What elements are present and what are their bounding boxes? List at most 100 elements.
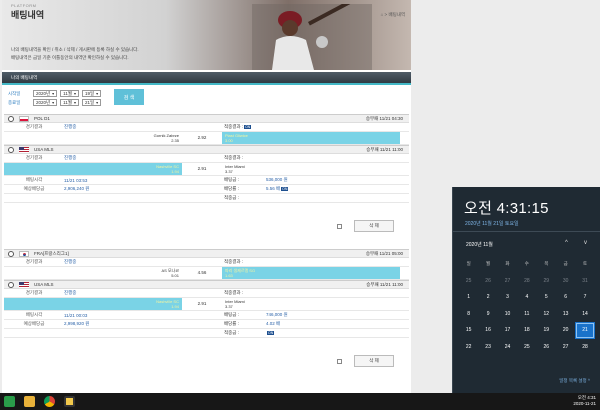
win-amount-label: 적중금 : bbox=[224, 195, 239, 200]
search-button[interactable]: 검 색 bbox=[114, 89, 144, 105]
delete-button[interactable]: 삭 제 bbox=[354, 220, 394, 232]
bet-time-row: 배팅시각 11/21 03:53 배팅금 : 536,000 원 bbox=[4, 176, 409, 185]
calendar-day[interactable]: 5 bbox=[537, 289, 556, 306]
delete-button[interactable]: 삭 제 bbox=[354, 355, 394, 367]
chrome-icon[interactable] bbox=[44, 396, 55, 407]
odds-row: AS 모나코 5.01 4.56 파리 생제르맹 SG 1.63 bbox=[4, 267, 409, 280]
bet-amount-value: 536,000 원 bbox=[266, 177, 288, 182]
start-day-select[interactable]: 19일 bbox=[82, 90, 102, 97]
calendar-day[interactable]: 11 bbox=[517, 306, 536, 323]
game-result-row: 경기결과 진행중 적중결과 : ON bbox=[4, 123, 409, 132]
end-day-select[interactable]: 21일 bbox=[82, 99, 102, 106]
home-odds: 2.35 bbox=[171, 138, 179, 143]
calendar-day[interactable]: 1 bbox=[459, 289, 478, 306]
bet-time-label: 배팅시각 bbox=[25, 312, 43, 317]
select-bet-checkbox[interactable] bbox=[337, 359, 342, 364]
calendar-day[interactable]: 24 bbox=[498, 339, 517, 356]
calendar-day[interactable]: 4 bbox=[517, 289, 536, 306]
app-icon[interactable] bbox=[4, 396, 15, 407]
calendar-day[interactable]: 8 bbox=[459, 306, 478, 323]
expected-payout-label: 예상배당금 bbox=[23, 321, 45, 326]
calendar-day[interactable]: 27 bbox=[556, 339, 575, 356]
calendar-day[interactable]: 7 bbox=[575, 289, 594, 306]
game-result-label: 경기결과 bbox=[25, 124, 43, 129]
calendar-day[interactable]: 2 bbox=[478, 289, 497, 306]
bet-time-row: 배팅시각 11/21 00:03 배팅금 : 746,000 원 bbox=[4, 311, 409, 320]
flyout-divider bbox=[453, 231, 600, 232]
expected-payout-value: 2,998,920 원 bbox=[64, 321, 90, 326]
bet-odds-label: 배당률 : bbox=[224, 186, 239, 191]
bet-time-value: 11/21 00:03 bbox=[64, 312, 88, 318]
expected-payout-value: 2,906,240 원 bbox=[64, 186, 90, 191]
calendar-day[interactable]: 30 bbox=[556, 273, 575, 290]
calendar-day[interactable]: 15 bbox=[459, 322, 478, 339]
game-status: 진행중 bbox=[64, 290, 77, 295]
start-year-select[interactable]: 2020년 bbox=[33, 90, 58, 97]
soccer-ball-icon bbox=[8, 281, 14, 288]
calendar-week-row: 15 16 17 18 19 20 21 bbox=[459, 322, 595, 339]
calendar-day[interactable]: 3 bbox=[498, 289, 517, 306]
league-name: USA MLS bbox=[34, 282, 54, 287]
calendar-day-today[interactable]: 21 bbox=[575, 322, 595, 339]
calendar-day[interactable]: 28 bbox=[517, 273, 536, 290]
calendar-day[interactable]: 22 bbox=[459, 339, 478, 356]
league-header: FRA[프랑스리그1] 승무패 11/21 05:00 bbox=[4, 249, 409, 258]
calendar-day[interactable]: 23 bbox=[478, 339, 497, 356]
odds-row: Nashville SC 1.94 2.91 Inter Miami 3.37 bbox=[4, 163, 409, 176]
bet-result-label: 적중결과 : bbox=[224, 155, 244, 160]
chevron-down-icon[interactable]: v bbox=[584, 240, 587, 246]
match-time: 승무패 11/21 11:00 bbox=[366, 146, 403, 152]
usa-flag-icon bbox=[19, 281, 29, 288]
calendar-day[interactable]: 31 bbox=[575, 273, 594, 290]
intro-line-1: 나의 배팅내역을 확인 / 취소 / 삭제 / 게시판에 등록 하실 수 있습니… bbox=[11, 47, 139, 52]
calendar-day[interactable]: 16 bbox=[478, 322, 497, 339]
home-odds: 5.01 bbox=[171, 273, 179, 278]
bet-time-value: 11/21 03:53 bbox=[64, 177, 88, 183]
agenda-settings-link[interactable]: 일정 목록 설정 ^ bbox=[559, 378, 590, 384]
taskbar-clock[interactable]: 오전 4:31 2020-11-21 bbox=[573, 395, 596, 407]
select-bet-checkbox[interactable] bbox=[337, 224, 342, 229]
calendar-day[interactable]: 25 bbox=[459, 273, 478, 290]
calendar-day[interactable]: 28 bbox=[575, 339, 594, 356]
end-month-select[interactable]: 11월 bbox=[60, 99, 79, 106]
league-name: USA MLS bbox=[34, 147, 54, 152]
weekday-label: 목 bbox=[544, 261, 549, 266]
calendar-day[interactable]: 17 bbox=[498, 322, 517, 339]
calendar-month-title[interactable]: 2020년 11월 bbox=[466, 241, 493, 248]
calendar-day[interactable]: 19 bbox=[537, 322, 556, 339]
folder-icon[interactable] bbox=[24, 396, 35, 407]
calendar-day[interactable]: 12 bbox=[537, 306, 556, 323]
app-icon[interactable] bbox=[64, 396, 75, 407]
game-result-row: 경기결과 진행중 적중결과 : bbox=[4, 258, 409, 267]
calendar-day[interactable]: 13 bbox=[556, 306, 575, 323]
taskbar: 오전 4:31 2020-11-21 bbox=[0, 393, 600, 410]
league-header: USA MLS 승무패 11/21 11:00 bbox=[4, 145, 409, 154]
weekday-label: 월 bbox=[486, 261, 491, 266]
calendar-day[interactable]: 6 bbox=[556, 289, 575, 306]
flyout-date-link[interactable]: 2020년 11월 21일 토요일 bbox=[465, 220, 519, 227]
bet-slip-2: FRA[프랑스리그1] 승무패 11/21 05:00 경기결과 진행중 적중결… bbox=[4, 249, 409, 338]
weekday-label: 수 bbox=[524, 261, 529, 266]
calendar-day[interactable]: 14 bbox=[575, 306, 594, 323]
end-year-select[interactable]: 2020년 bbox=[33, 99, 58, 106]
calendar-day[interactable]: 20 bbox=[556, 322, 575, 339]
chevron-up-icon[interactable]: ^ bbox=[565, 240, 568, 246]
breadcrumb[interactable]: ⌂ > 배팅내역 bbox=[381, 12, 405, 18]
start-month-select[interactable]: 11월 bbox=[60, 90, 79, 97]
calendar-day[interactable]: 29 bbox=[537, 273, 556, 290]
calendar-day[interactable]: 27 bbox=[498, 273, 517, 290]
calendar-day[interactable]: 25 bbox=[517, 339, 536, 356]
home-odds: 1.94 bbox=[171, 169, 179, 174]
calendar-day[interactable]: 10 bbox=[498, 306, 517, 323]
weekday-label: 토 bbox=[582, 261, 588, 266]
intro-line-2: 배팅내역은 금일 기준 이틀동안의 내역만 확인하실 수 있습니다. bbox=[11, 55, 129, 60]
calendar-day[interactable]: 26 bbox=[478, 273, 497, 290]
home-odds: 1.94 bbox=[171, 304, 179, 309]
section-title-bar: 나의 배팅내역 bbox=[2, 72, 411, 83]
away-odds: 3.37 bbox=[225, 169, 233, 174]
calendar-day[interactable]: 9 bbox=[478, 306, 497, 323]
calendar-day[interactable]: 26 bbox=[537, 339, 556, 356]
section-divider bbox=[2, 83, 411, 85]
calendar-day[interactable]: 18 bbox=[517, 322, 536, 339]
bet-amount-label: 배팅금 : bbox=[224, 177, 239, 182]
